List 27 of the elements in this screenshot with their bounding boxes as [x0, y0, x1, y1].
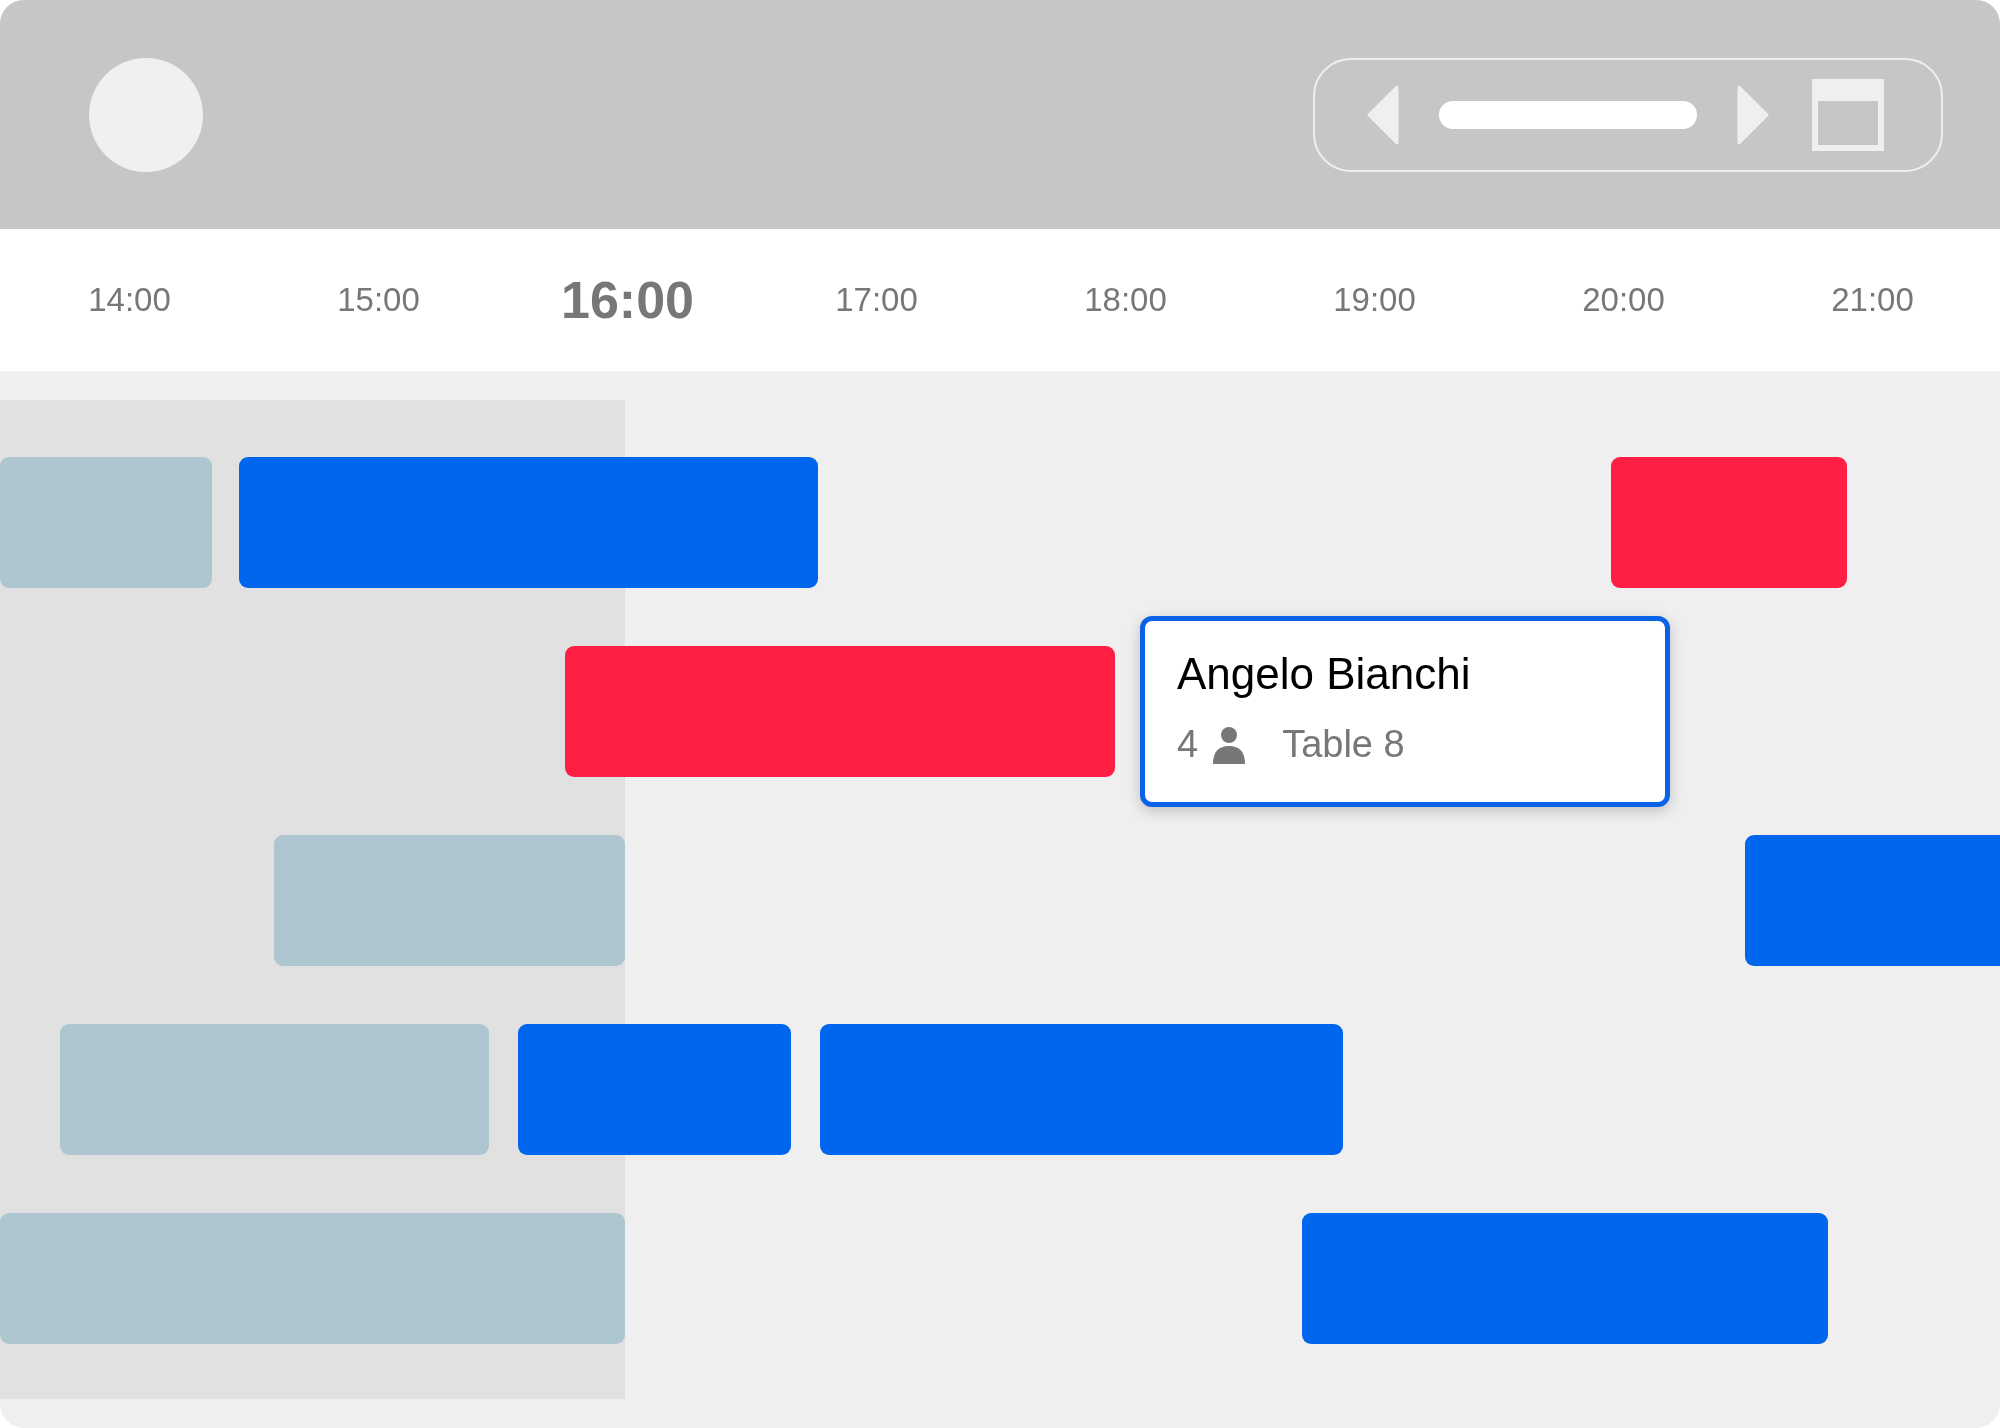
booking-bar[interactable]: [239, 457, 818, 588]
booking-bar[interactable]: [820, 1024, 1343, 1155]
previous-icon[interactable]: [1365, 84, 1399, 145]
hour-label: 17:00: [834, 281, 919, 319]
booking-bar[interactable]: [1611, 457, 1847, 588]
booking-bar[interactable]: [0, 1213, 625, 1344]
booking-bar[interactable]: [0, 457, 212, 588]
table-label: Table 8: [1282, 723, 1405, 766]
booking-bar[interactable]: [1745, 835, 2000, 966]
hour-label: 21:00: [1830, 281, 1915, 319]
booking-bar[interactable]: [1302, 1213, 1828, 1344]
guest-name: Angelo Bianchi: [1177, 649, 1472, 699]
slider-track[interactable]: [1439, 100, 1697, 129]
booking-bar[interactable]: [60, 1024, 489, 1155]
hour-label: 16:00: [560, 270, 695, 330]
booking-bar[interactable]: [274, 835, 625, 966]
hour-label: 20:00: [1581, 281, 1666, 319]
hour-label: 15:00: [336, 281, 421, 319]
hour-label: 19:00: [1332, 281, 1417, 319]
guest-count: 4: [1177, 723, 1199, 766]
booking-bar[interactable]: [518, 1024, 791, 1155]
hour-label: 18:00: [1083, 281, 1168, 319]
booking-bar[interactable]: [565, 646, 1115, 777]
hour-label: 14:00: [87, 281, 172, 319]
window-icon[interactable]: [1811, 77, 1885, 152]
next-icon[interactable]: [1737, 84, 1771, 145]
person-icon: [1212, 725, 1247, 764]
